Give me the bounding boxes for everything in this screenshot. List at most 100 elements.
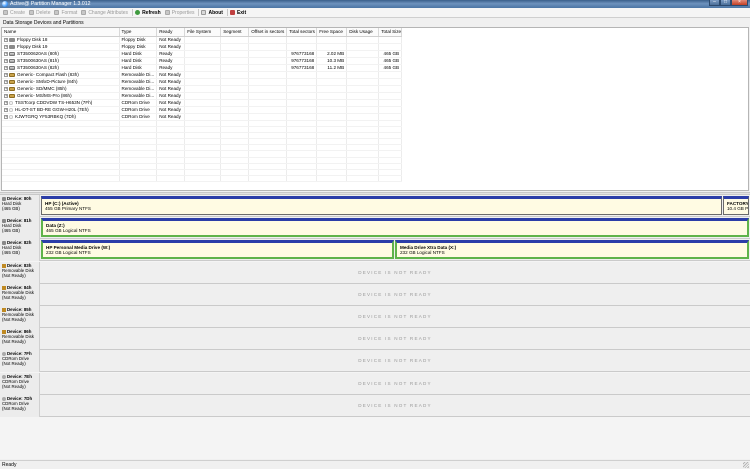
delete-button[interactable]: Delete	[28, 9, 53, 17]
table-row[interactable]: + ST3500620AS (80h) Hard Disk Ready 97677316…	[2, 50, 403, 58]
device-row[interactable]: Device: 7Dh CDRom Drive (Not Ready) DEVICE …	[0, 395, 750, 417]
column-header-name[interactable]: Name	[2, 28, 120, 37]
section-title: Data Storage Devices and Partitions	[3, 20, 84, 26]
table-row[interactable]: + Generic- MS/MS-Pro (86h) Removable Di...…	[2, 92, 403, 100]
maximize-button[interactable]: □	[720, 0, 731, 6]
device-name-label: HL-DT-ST BD-RE GGW-H20L (7Eh)	[15, 106, 89, 112]
table-row[interactable]: + TSSTcorp CDDVDW TS-H653N (7Fh) CDRom Dri…	[2, 99, 403, 107]
table-row[interactable]: + Generic- SM/xD-Picture (84h) Removable D…	[2, 78, 403, 86]
table-row[interactable]: + KJWTGRQ YF53RBKQ (7Dh) CDRom Drive Not Re…	[2, 113, 403, 121]
expand-icon[interactable]: +	[4, 58, 8, 63]
name-cell: + Generic- Compact Flash (83h)	[2, 71, 120, 79]
device-row[interactable]: Device: 82h Hard Disk (465 GB) HP Personal …	[0, 239, 750, 261]
table-row[interactable]: + HL-DT-ST BD-RE GGW-H20L (7Eh) CDRom Driv…	[2, 106, 403, 114]
partition-block[interactable]: Media Drive Xtra Data (X:) 232 GB Logical…	[395, 240, 749, 259]
format-button[interactable]: Format	[53, 9, 80, 17]
name-cell: + ST3500620AS (80h)	[2, 50, 120, 58]
refresh-icon	[135, 10, 141, 15]
device-size: (Not Ready)	[2, 317, 26, 322]
column-header-file-system[interactable]: File System	[184, 28, 222, 37]
cell-size	[378, 36, 403, 44]
column-header-disk-usage[interactable]: Disk Usage	[346, 28, 380, 37]
device-row[interactable]: Device: 81h Hard Disk (465 GB) Data (Z:) 465…	[0, 217, 750, 239]
cell-ready: Not Ready	[156, 36, 186, 44]
device-row[interactable]: Device: 7Eh CDRom Drive (Not Ready) DEVICE …	[0, 373, 750, 395]
expand-icon[interactable]: +	[4, 100, 8, 105]
column-header-offset-in-sectors[interactable]: Offset in sectors	[248, 28, 288, 37]
cell-usage	[346, 78, 380, 86]
table-row[interactable]: + ST3500630AS (81h) Hard Disk Ready 97677316…	[2, 57, 403, 65]
device-row[interactable]: Device: 83h Removable Disk (Not Ready) DEVI…	[0, 262, 750, 284]
minimize-button[interactable]: –	[709, 0, 720, 6]
cell-ready: Not Ready	[156, 71, 186, 79]
close-button[interactable]: ×	[731, 0, 748, 6]
column-header-segment[interactable]: Segment	[220, 28, 250, 37]
expand-icon[interactable]: +	[4, 86, 8, 91]
expand-icon[interactable]: +	[4, 114, 8, 119]
device-row[interactable]: Device: 84h Removable Disk (Not Ready) DEVI…	[0, 284, 750, 306]
device-map: Device: 80h Hard Disk (465 GB) HP (C:) (Act…	[0, 195, 750, 459]
cell-usage	[346, 50, 380, 58]
cdrom-drive-icon	[9, 107, 13, 112]
properties-button[interactable]: Properties	[164, 9, 198, 17]
expand-icon[interactable]: +	[4, 44, 8, 49]
partition-block[interactable]: Data (Z:) 465 GB Logical NTFS	[41, 218, 749, 237]
create-button[interactable]: Create	[2, 9, 28, 17]
column-header-type[interactable]: Type	[119, 28, 158, 37]
device-grid: Name Type Ready File System Segment Offset in…	[1, 27, 749, 191]
column-header-ready[interactable]: Ready	[156, 28, 186, 37]
empty-cell	[346, 175, 380, 183]
removable-icon	[2, 329, 6, 334]
empty-cell	[2, 175, 120, 183]
cdrom-drive-icon	[9, 100, 13, 105]
device-row[interactable]: Device: 7Fh CDRom Drive (Not Ready) DEVICE …	[0, 350, 750, 372]
expand-icon[interactable]: +	[4, 79, 8, 84]
refresh-button[interactable]: Refresh	[134, 9, 164, 17]
column-header-total-sectors[interactable]: Total sectors	[286, 28, 318, 37]
cell-segment	[220, 78, 250, 86]
cell-total-sectors	[286, 71, 318, 79]
change-attributes-button[interactable]: Change Attributes	[80, 9, 131, 17]
table-row[interactable]: + Generic- SD/MMC (85h) Removable Di... Not…	[2, 85, 403, 93]
cell-usage	[346, 106, 380, 114]
expand-icon[interactable]: +	[4, 72, 8, 77]
exit-button[interactable]: Exit	[229, 9, 249, 17]
table-row[interactable]: + Generic- Compact Flash (83h) Removable D…	[2, 71, 403, 79]
partition-block[interactable]: HP (C:) (Active) 455 GB Primary NTFS	[41, 196, 722, 215]
cell-usage	[346, 43, 380, 51]
table-row[interactable]: + Floppy Disk 18 Floppy Disk Not Ready	[2, 36, 403, 44]
device-name-label: TSSTcorp CDDVDW TS-H653N (7Fh)	[15, 99, 93, 105]
toolbar-button-label: Delete	[36, 9, 51, 16]
device-row[interactable]: Device: 86h Removable Disk (Not Ready) DEVI…	[0, 328, 750, 350]
table-row[interactable]: + ST3500630AS (82h) Hard Disk Ready 97677316…	[2, 64, 403, 72]
device-row[interactable]: Device: 80h Hard Disk (465 GB) HP (C:) (Act…	[0, 195, 750, 217]
device-not-ready-label: DEVICE IS NOT READY	[358, 270, 432, 275]
device-row[interactable]: Device: 85h Removable Disk (Not Ready) DEVI…	[0, 306, 750, 328]
cell-total-sectors: 976773168	[286, 57, 318, 65]
device-name: + ST3500630AS (81h)	[4, 58, 117, 64]
about-button[interactable]: About	[200, 9, 225, 17]
expand-icon[interactable]: +	[4, 65, 8, 70]
name-cell: + Generic- SD/MMC (85h)	[2, 85, 120, 93]
device-name-label: Floppy Disk 18	[17, 36, 48, 42]
cell-segment	[220, 106, 250, 114]
name-cell: + TSSTcorp CDDVDW TS-H653N (7Fh)	[2, 99, 120, 107]
toolbar-button-label: Format	[61, 9, 78, 16]
expand-icon[interactable]: +	[4, 107, 8, 112]
resize-grip[interactable]	[743, 462, 749, 468]
table-row[interactable]: + Floppy Disk 19 Floppy Disk Not Ready	[2, 43, 403, 51]
cell-segment	[220, 43, 250, 51]
partition-block[interactable]: HP Personal Media Drive (W:) 232 GB Logic…	[41, 240, 394, 259]
column-header-free-space[interactable]: Free Space	[316, 28, 348, 37]
partition-block[interactable]: FACTORY_IM...10.4 GB Pri...	[723, 196, 749, 215]
removable-icon	[2, 285, 6, 290]
expand-icon[interactable]: +	[4, 51, 8, 56]
toolbar-button-label: Change Attributes	[88, 9, 129, 16]
expand-icon[interactable]: +	[4, 93, 8, 98]
expand-icon[interactable]: +	[4, 37, 8, 42]
cell-ready: Ready	[156, 64, 186, 72]
hdd-icon	[2, 240, 6, 245]
column-header-total-size[interactable]: Total Size	[378, 28, 403, 37]
cdrom-drive-icon	[9, 114, 13, 119]
name-cell: + ST3500630AS (81h)	[2, 57, 120, 65]
